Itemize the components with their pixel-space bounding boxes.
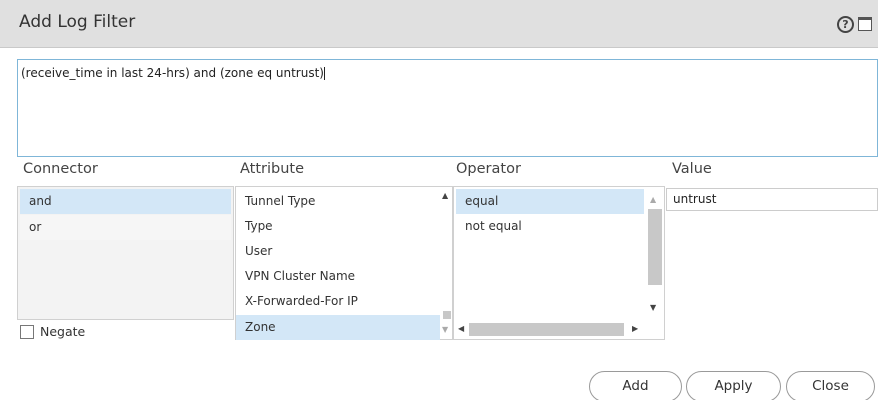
scroll-up-arrow-icon[interactable]: ▲ [650,195,656,205]
operator-header: Operator [456,161,521,177]
help-icon[interactable]: ? [837,16,854,33]
add-button[interactable]: Add [589,371,682,400]
scroll-down-arrow-icon[interactable]: ▼ [650,303,656,313]
dialog-titlebar: Add Log Filter ? [0,0,878,48]
operator-hscroll-thumb[interactable] [469,323,624,336]
maximize-icon[interactable] [858,17,872,31]
operator-option-equal[interactable]: equal [456,189,644,214]
operator-list[interactable]: equal not equal ▲ ▼ ◀ ▶ [453,186,665,340]
scroll-right-arrow-icon[interactable]: ▶ [632,324,638,334]
close-button[interactable]: Close [786,371,875,400]
attribute-scrollbar[interactable]: ▲ ▼ [440,187,452,339]
scroll-up-arrow-icon[interactable]: ▲ [442,191,448,201]
scroll-down-arrow-icon[interactable]: ▼ [442,325,448,335]
value-input[interactable]: untrust [666,188,878,211]
attribute-list[interactable]: Tunnel Type Type User VPN Cluster Name X… [235,186,453,340]
negate-checkbox[interactable] [20,325,34,339]
filter-expression-text: (receive_time in last 24-hrs) and (zone … [21,66,324,80]
connector-list[interactable]: and or [17,186,234,320]
filter-expression-textarea[interactable]: (receive_time in last 24-hrs) and (zone … [17,59,878,157]
text-caret [323,67,325,80]
operator-scroll-thumb[interactable] [648,209,662,285]
operator-vertical-scrollbar[interactable]: ▲ ▼ [646,187,664,317]
attribute-option[interactable]: VPN Cluster Name [236,264,440,289]
attribute-option-selected[interactable]: Zone [236,315,440,340]
operator-horizontal-scrollbar[interactable]: ◀ ▶ [454,319,646,339]
attribute-header: Attribute [240,161,305,177]
scroll-left-arrow-icon[interactable]: ◀ [458,324,464,334]
dialog-title: Add Log Filter [19,12,136,32]
negate-label: Negate [40,324,86,339]
connector-option-and[interactable]: and [20,189,231,214]
attribute-scroll-thumb[interactable] [443,311,451,319]
value-header: Value [672,161,712,177]
apply-button[interactable]: Apply [686,371,781,400]
connector-option-or[interactable]: or [20,215,231,240]
attribute-option[interactable]: Tunnel Type [236,189,440,214]
operator-option-not-equal[interactable]: not equal [456,214,644,239]
connector-header: Connector [23,161,98,177]
attribute-option[interactable]: User [236,239,440,264]
attribute-option[interactable]: X-Forwarded-For IP [236,289,440,314]
attribute-option[interactable]: Type [236,214,440,239]
